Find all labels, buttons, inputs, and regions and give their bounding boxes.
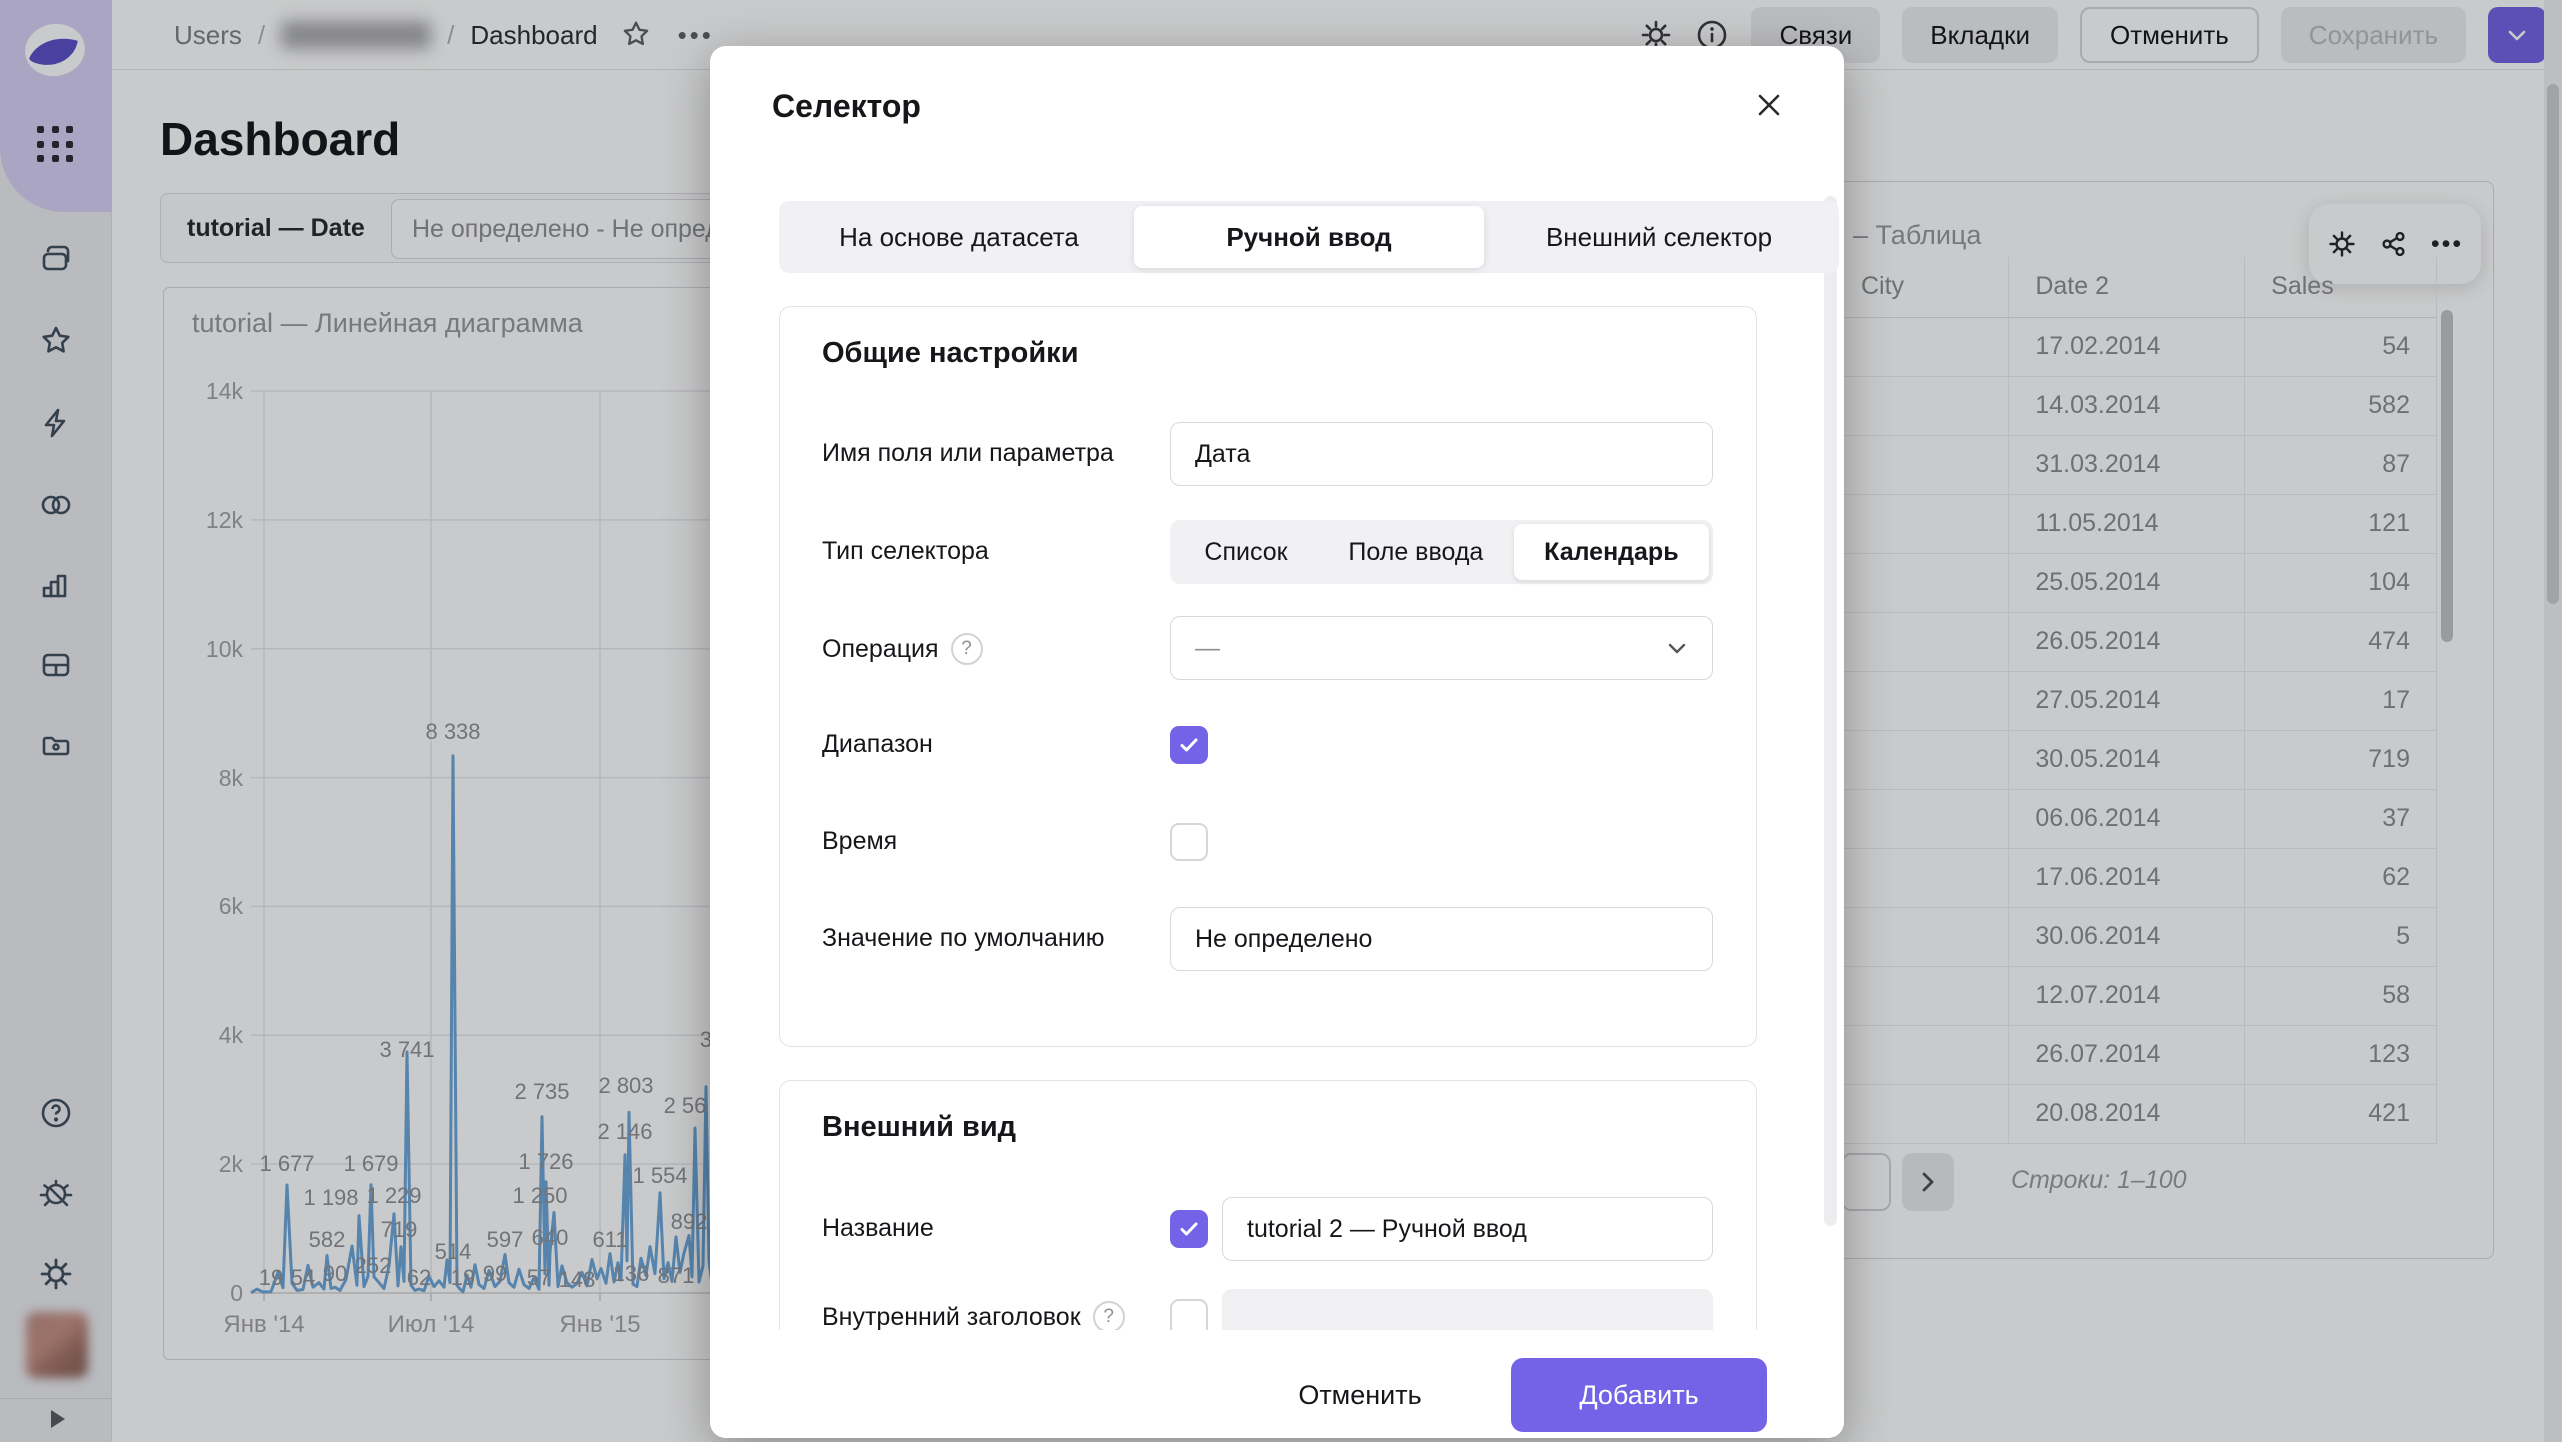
modal-title: Селектор bbox=[772, 88, 921, 125]
option-calendar[interactable]: Календарь bbox=[1514, 524, 1709, 580]
range-label: Диапазон bbox=[822, 730, 933, 759]
close-icon[interactable] bbox=[1750, 86, 1788, 124]
tab-external-selector[interactable]: Внешний селектор bbox=[1484, 206, 1834, 268]
option-input-field[interactable]: Поле ввода bbox=[1318, 524, 1514, 580]
inner-title-help-icon[interactable]: ? bbox=[1093, 1301, 1125, 1333]
title-checkbox[interactable] bbox=[1170, 1210, 1208, 1248]
check-icon bbox=[1177, 1217, 1201, 1241]
field-name-label: Имя поля или параметра bbox=[822, 439, 1114, 468]
tab-manual-input[interactable]: Ручной ввод bbox=[1134, 206, 1484, 268]
operation-select[interactable]: — bbox=[1170, 616, 1713, 680]
tab-dataset-based[interactable]: На основе датасета bbox=[784, 206, 1134, 268]
title-label: Название bbox=[822, 1214, 934, 1243]
default-value-input[interactable] bbox=[1170, 907, 1713, 971]
operation-help-icon[interactable]: ? bbox=[951, 633, 983, 665]
inner-title-label: Внутренний заголовок ? bbox=[822, 1301, 1125, 1333]
modal-footer: Отменить Добавить bbox=[710, 1330, 1844, 1438]
selector-type-segmented: Список Поле ввода Календарь bbox=[1170, 520, 1713, 584]
screen: Users / / Dashboard ••• Связи Вкладки bbox=[0, 0, 2562, 1442]
modal-cancel-button[interactable]: Отменить bbox=[1285, 1358, 1435, 1432]
field-name-input[interactable] bbox=[1170, 422, 1713, 486]
modal-scrollbar-thumb[interactable] bbox=[1824, 196, 1837, 1226]
section-heading: Общие настройки bbox=[822, 337, 1079, 370]
operation-label-text: Операция bbox=[822, 635, 939, 664]
general-settings-section: Общие настройки Имя поля или параметра Т… bbox=[779, 306, 1757, 1047]
title-input[interactable] bbox=[1222, 1197, 1713, 1261]
option-list[interactable]: Список bbox=[1174, 524, 1318, 580]
time-checkbox[interactable] bbox=[1170, 823, 1208, 861]
chevron-down-icon bbox=[1662, 633, 1692, 663]
selector-type-label: Тип селектора bbox=[822, 537, 989, 566]
section-heading: Внешний вид bbox=[822, 1111, 1016, 1144]
default-value-label: Значение по умолчанию bbox=[822, 924, 1104, 953]
operation-value: — bbox=[1195, 634, 1220, 663]
selector-modal: Селектор На основе датасета Ручной ввод … bbox=[710, 46, 1844, 1438]
check-icon bbox=[1177, 733, 1201, 757]
time-label: Время bbox=[822, 827, 897, 856]
operation-label: Операция ? bbox=[822, 633, 983, 665]
range-checkbox[interactable] bbox=[1170, 726, 1208, 764]
source-tabs: На основе датасета Ручной ввод Внешний с… bbox=[779, 201, 1839, 273]
modal-add-button[interactable]: Добавить bbox=[1511, 1358, 1767, 1432]
inner-title-label-text: Внутренний заголовок bbox=[822, 1303, 1081, 1332]
